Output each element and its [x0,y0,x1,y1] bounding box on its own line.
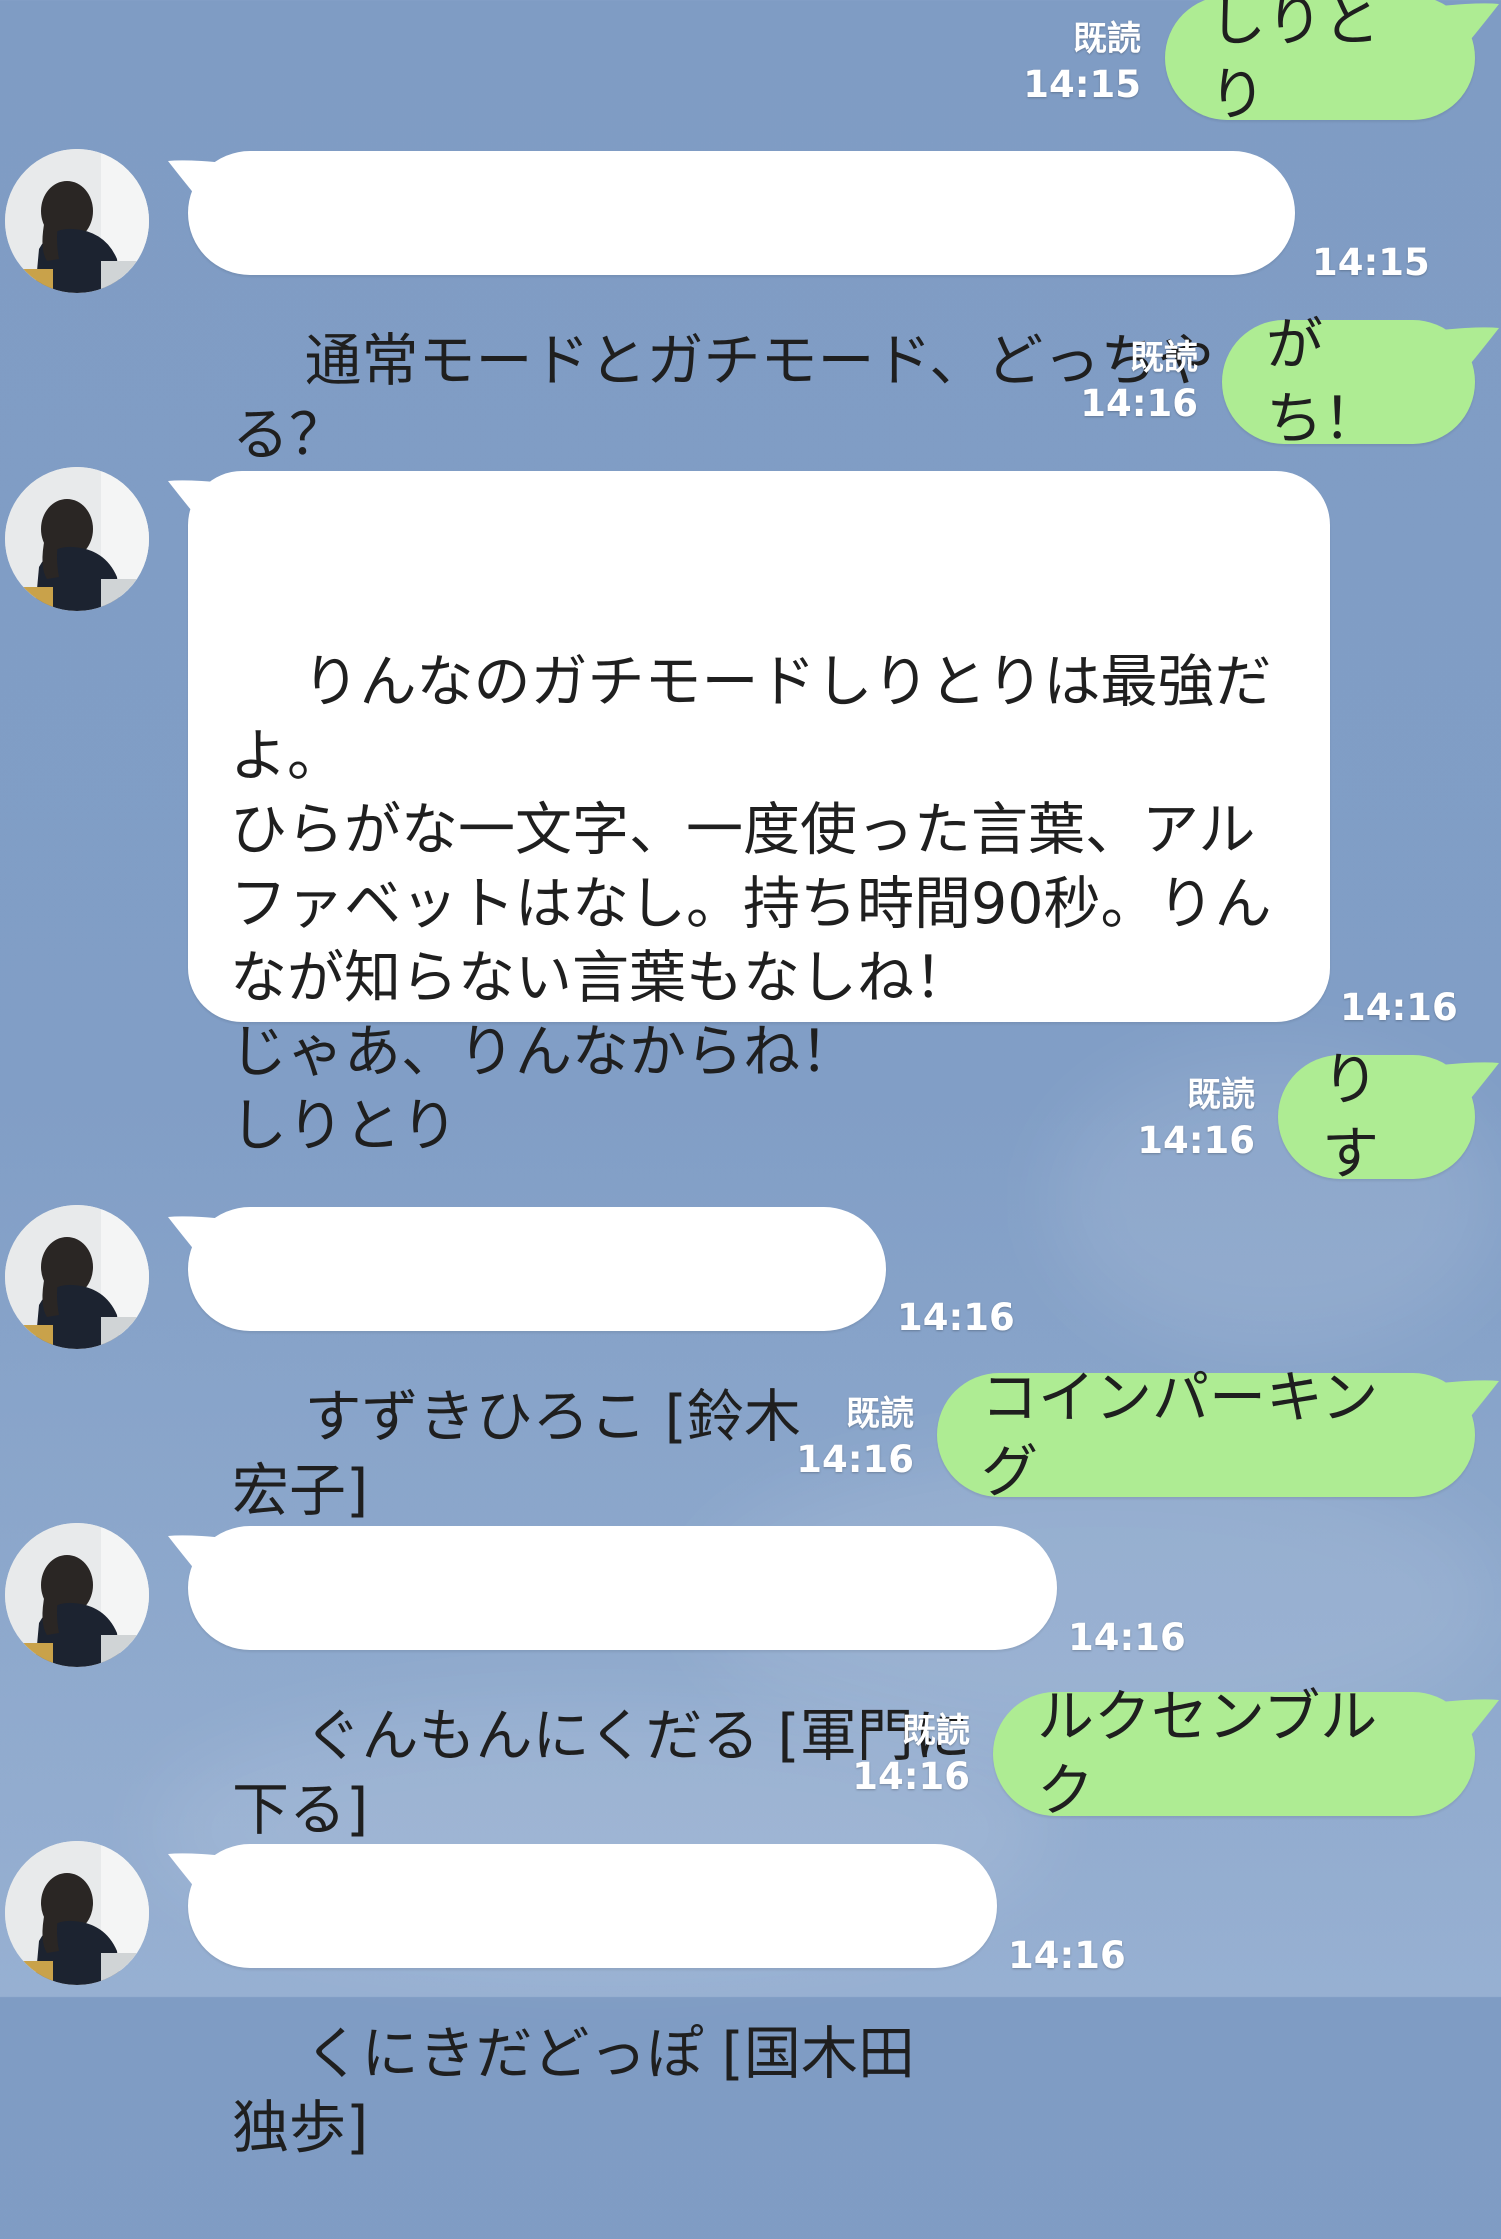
message-text: がち！ [1266,312,1380,452]
read-receipt: 既読 [846,1394,914,1434]
girl-avatar-icon [5,1523,149,1667]
message-incoming: りんなのガチモードしりとりは最強だ よ。 ひらがな一文字、一度使った言葉、アル … [0,465,1501,1159]
message-outgoing: 既読 14:16 コインパーキング [0,1365,1501,1505]
message-meta: 既読 14:15 [1023,16,1141,108]
message-outgoing: 既読 14:16 がち！ [0,312,1501,452]
message-bubble[interactable]: すずきひろこ [鈴木宏子] [168,1207,886,1524]
message-time: 14:15 [1023,63,1141,106]
girl-avatar-icon [5,149,149,293]
read-receipt: 既読 [1187,1075,1255,1115]
message-time: 14:16 [1080,382,1198,425]
message-incoming: 通常モードとガチモード、どっちやる？ 14:15 [0,145,1501,468]
message-bubble[interactable]: くにきだどっぽ [国木田独歩] [168,1844,997,2161]
bubble-tail [1441,3,1499,45]
message-text: しりとり [1209,0,1380,128]
bubble-tail [168,1535,226,1576]
message-bubble[interactable]: 通常モードとガチモード、どっちやる？ [168,151,1295,468]
bubble-tail [1441,1062,1499,1103]
bubble-tail [1441,1699,1499,1740]
read-receipt: 既読 [1130,338,1198,378]
read-receipt: 既読 [1073,19,1141,59]
avatar[interactable] [5,1205,149,1349]
avatar[interactable] [5,1523,149,1667]
message-text: ルクセンブルク [1037,1684,1378,1824]
message-bubble[interactable]: ルクセンブルク [993,1684,1499,1824]
message-time: 14:16 [897,1296,1015,1339]
bubble-tail [168,160,226,201]
message-text: コインパーキング [981,1365,1379,1505]
message-meta: 既読 14:16 [1137,1072,1255,1164]
message-incoming: ぐんもんにくだる [軍門に下る] 14:16 [0,1520,1501,1843]
avatar[interactable] [5,149,149,293]
message-meta: 既読 14:16 [852,1708,970,1800]
message-bubble[interactable]: しりとり [1165,0,1499,128]
bubble-tail [168,480,226,521]
message-time: 14:15 [1312,241,1430,284]
message-incoming: すずきひろこ [鈴木宏子] 14:16 [0,1202,1501,1524]
message-time: 14:16 [1340,986,1458,1029]
message-outgoing: 既読 14:16 りす [0,1047,1501,1187]
girl-avatar-icon [5,1841,149,1985]
message-meta: 既読 14:16 [1080,335,1198,427]
message-incoming: くにきだどっぽ [国木田独歩] 14:16 [0,1838,1501,2161]
avatar[interactable] [5,467,149,611]
read-receipt: 既読 [902,1711,970,1751]
avatar[interactable] [5,1841,149,1985]
bubble-tail [168,1853,226,1894]
message-bubble[interactable]: りんなのガチモードしりとりは最強だ よ。 ひらがな一文字、一度使った言葉、アル … [168,471,1330,1159]
bubble-tail [1441,327,1499,368]
message-time: 14:16 [852,1755,970,1798]
message-time: 14:16 [1008,1934,1126,1977]
message-time: 14:16 [796,1438,914,1481]
message-bubble[interactable]: がち！ [1222,312,1499,452]
message-bubble[interactable]: コインパーキング [937,1365,1499,1505]
message-text: くにきだどっぽ [国木田独歩] [232,2021,915,2161]
message-meta: 既読 14:16 [796,1391,914,1483]
message-outgoing: 既読 14:15 しりとり [0,0,1501,128]
bubble-tail [1441,1380,1499,1421]
message-bubble[interactable]: りす [1278,1047,1499,1187]
girl-avatar-icon [5,1205,149,1349]
message-text: りす [1322,1047,1379,1187]
message-outgoing: 既読 14:16 ルクセンブルク [0,1684,1501,1824]
bubble-tail [168,1216,226,1257]
message-time: 14:16 [1137,1119,1255,1162]
message-time: 14:16 [1068,1616,1186,1659]
message-bubble[interactable]: ぐんもんにくだる [軍門に下る] [168,1526,1057,1843]
girl-avatar-icon [5,467,149,611]
